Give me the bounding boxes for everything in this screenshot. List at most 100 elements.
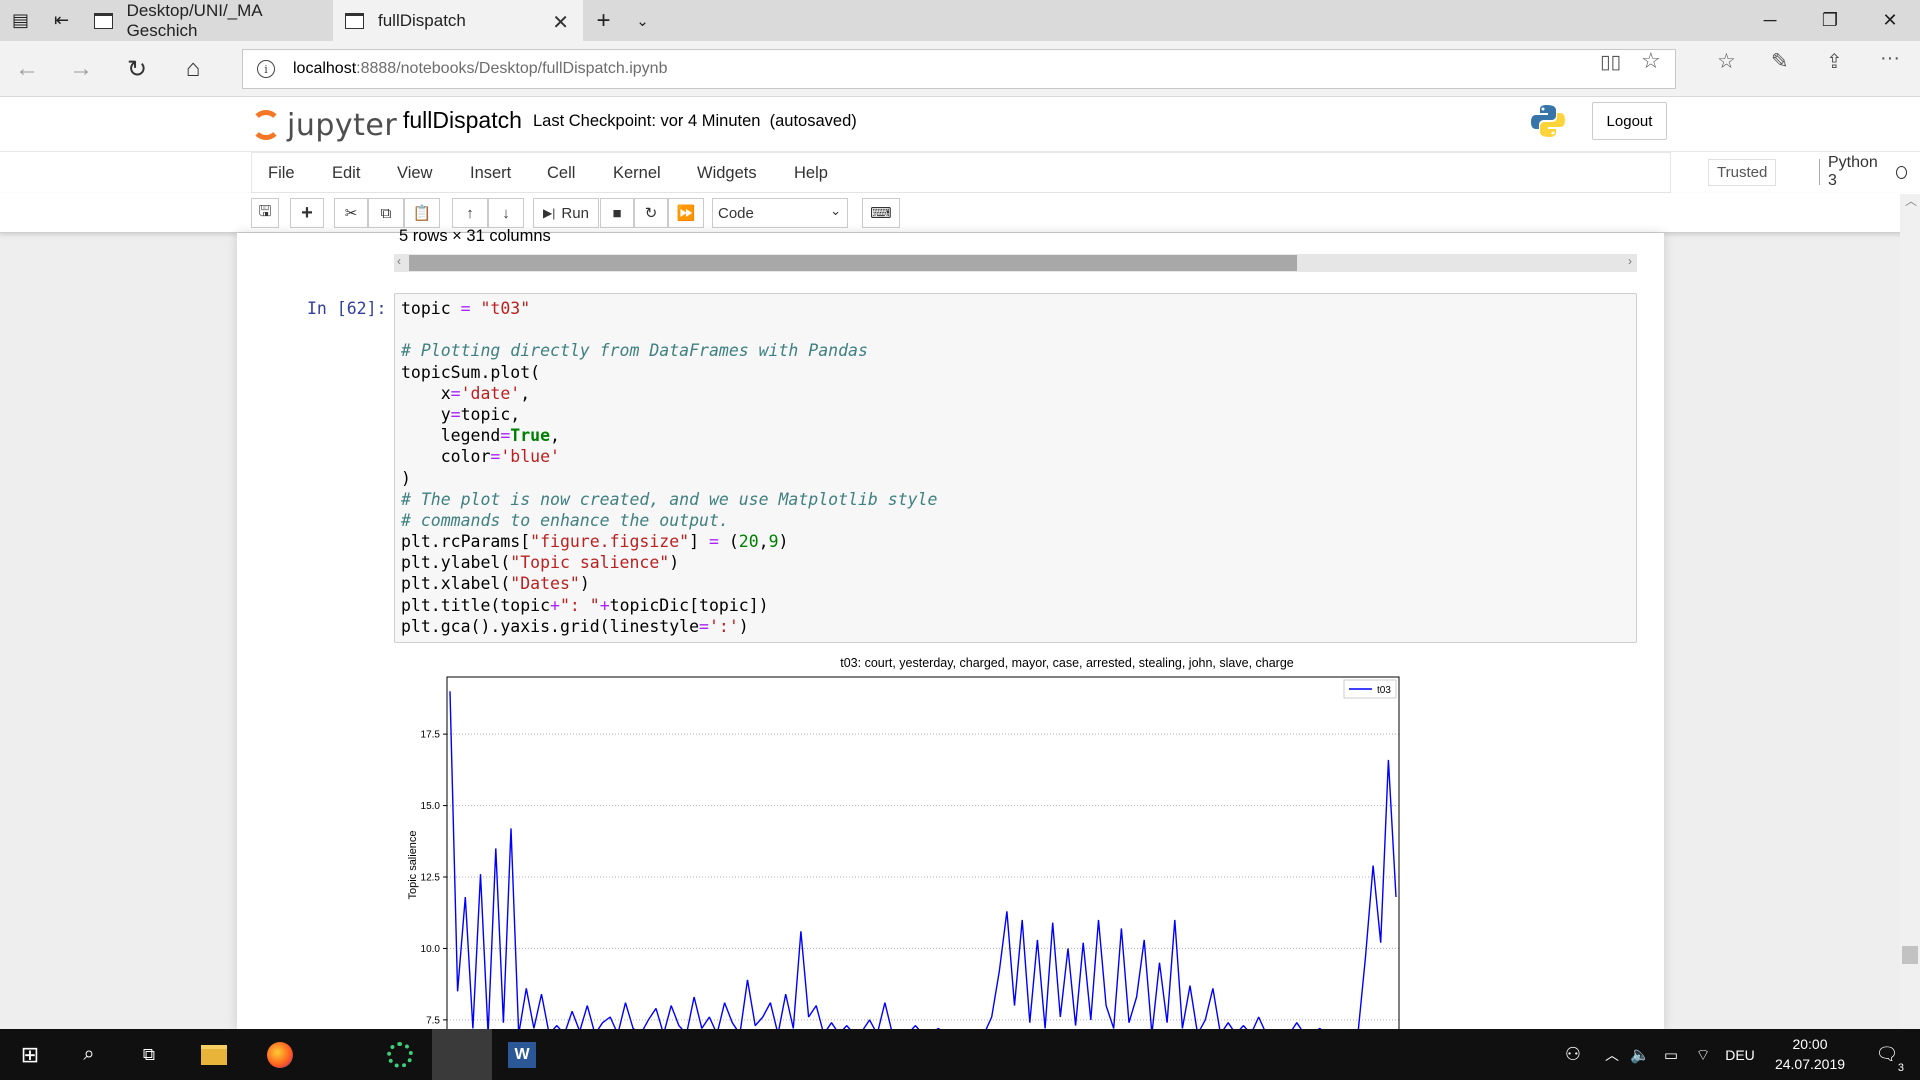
system-clock[interactable]: 20:00 24.07.2019	[1755, 1034, 1865, 1074]
set-aside-tabs-icon[interactable]: ⇤	[41, 0, 82, 41]
back-arrow-icon[interactable]: ←	[0, 41, 54, 97]
series-layer	[449, 691, 1397, 1029]
page-icon	[345, 12, 364, 29]
minimize-icon[interactable]: ─	[1740, 0, 1800, 41]
new-tab-icon[interactable]: +	[583, 0, 624, 41]
loading-app-icon[interactable]	[370, 1029, 430, 1080]
y-tick-label: 7.5	[426, 1015, 440, 1026]
web-note-pen-icon[interactable]: ✎	[1771, 49, 1789, 74]
run-label: Run	[561, 204, 589, 222]
code-line: plt.xlabel("Dates")	[401, 574, 590, 594]
close-tab-icon[interactable]: ✕	[552, 10, 569, 35]
tab-manager-icon[interactable]: ▤	[0, 0, 41, 41]
plot-frame	[446, 676, 1400, 1029]
menu-widgets[interactable]: Widgets	[697, 164, 757, 183]
scrollbar-thumb[interactable]	[409, 255, 1297, 271]
insert-cell-button[interactable]: +	[290, 198, 324, 228]
cut-icon[interactable]: ✂	[334, 198, 368, 228]
code-line: x='date',	[401, 383, 531, 403]
trusted-indicator[interactable]: Trusted	[1708, 159, 1777, 186]
code-line: )	[401, 468, 411, 488]
more-options-icon[interactable]: ···	[1880, 47, 1900, 70]
browser-tab-0[interactable]: Desktop/UNI/_MA Geschich	[82, 0, 332, 41]
dataframe-shape-info: 5 rows × 31 columns	[399, 227, 551, 245]
logout-button[interactable]: Logout	[1592, 102, 1667, 140]
scroll-left-arrow-icon[interactable]: ‹	[397, 254, 401, 268]
y-tick-label: 10.0	[421, 944, 441, 955]
clock-date: 24.07.2019	[1774, 1056, 1846, 1072]
restart-icon[interactable]: ↻	[634, 198, 668, 228]
code-line: y=topic,	[401, 404, 521, 424]
task-view-icon[interactable]: ⧉	[122, 1029, 176, 1080]
menu-cell[interactable]: Cell	[547, 164, 575, 183]
favorites-hub-icon[interactable]: ☆	[1717, 49, 1736, 74]
menu-view[interactable]: View	[397, 164, 432, 183]
clock-time: 20:00	[1792, 1036, 1828, 1052]
menu-help[interactable]: Help	[794, 164, 828, 183]
y-tick-label: 15.0	[421, 801, 441, 812]
menu-edit[interactable]: Edit	[332, 164, 360, 183]
browser-tab-1[interactable]: fullDispatch ✕	[333, 0, 583, 41]
move-down-arrow-icon[interactable]: ↓	[488, 198, 524, 228]
firefox-icon[interactable]	[250, 1029, 310, 1080]
kernel-indicator: Python 3	[1819, 154, 1907, 189]
search-icon[interactable]: ⌕	[62, 1029, 116, 1080]
notebook-title[interactable]: fullDispatch	[403, 107, 522, 134]
scroll-right-arrow-icon[interactable]: ›	[1628, 254, 1632, 268]
menu-file[interactable]: File	[268, 164, 295, 183]
file-explorer-icon[interactable]	[186, 1029, 242, 1080]
scroll-up-arrow-icon[interactable]: ︿	[1905, 192, 1917, 209]
output-horizontal-scrollbar[interactable]: ‹ ›	[394, 254, 1637, 272]
command-palette-keyboard-icon[interactable]: ⌨	[862, 198, 900, 228]
code-line: # The plot is now created, and we use Ma…	[401, 489, 938, 509]
action-center-icon[interactable]: 🗨 3	[1862, 1029, 1912, 1080]
notebook-container: 5 rows × 31 columns ‹ › In [62]: topic =…	[237, 227, 1664, 1029]
chart-title: t03: court, yesterday, charged, mayor, c…	[840, 656, 1294, 670]
move-up-arrow-icon[interactable]: ↑	[452, 198, 488, 228]
stop-icon[interactable]: ■	[600, 198, 634, 228]
reading-view-icon[interactable]: ▯▯	[1600, 51, 1621, 74]
code-cell-editor[interactable]: topic = "t03" # Plotting directly from D…	[394, 293, 1637, 643]
page-vertical-scrollbar[interactable]: ︿ ﹀	[1900, 194, 1920, 1029]
forward-arrow-icon[interactable]: →	[54, 41, 108, 97]
page-scrollbar-thumb[interactable]	[1902, 946, 1918, 964]
refresh-icon[interactable]: ↻	[110, 41, 164, 97]
menu-kernel[interactable]: Kernel	[613, 164, 661, 183]
code-line: legend=True,	[401, 426, 560, 446]
run-button[interactable]: ▶| Run	[533, 198, 599, 228]
code-line: topicSum.plot(	[401, 362, 541, 382]
share-icon[interactable]: ⇪	[1826, 49, 1843, 74]
url-host: localhost	[293, 60, 357, 77]
address-bar[interactable]: i localhost:8888/notebooks/Desktop/fullD…	[242, 49, 1676, 89]
wifi-icon[interactable]: ⌔	[1688, 1029, 1718, 1080]
notification-count: 3	[1897, 1062, 1904, 1074]
copy-icon[interactable]: ⧉	[368, 198, 404, 228]
volume-icon[interactable]: 🔈	[1625, 1029, 1655, 1080]
close-window-icon[interactable]: ✕	[1860, 0, 1920, 41]
browser-tab-strip: ▤ ⇤ Desktop/UNI/_MA Geschich fullDispatc…	[0, 0, 1920, 41]
page-icon	[94, 12, 113, 29]
fast-forward-icon[interactable]: ⏩	[668, 198, 704, 228]
tab-preview-chevron-icon[interactable]: ⌄	[622, 0, 663, 41]
people-icon[interactable]: ⚇	[1555, 1029, 1591, 1080]
restore-icon[interactable]: ❐	[1800, 0, 1860, 41]
show-hidden-icons-chevron-icon[interactable]: ︿	[1600, 1029, 1624, 1080]
cell-type-select[interactable]: Code ⌄	[712, 198, 848, 228]
word-icon[interactable]: W	[492, 1029, 552, 1080]
paste-icon[interactable]: 📋	[404, 198, 440, 228]
favorite-star-icon[interactable]: ☆	[1641, 48, 1661, 74]
battery-icon[interactable]: ▭	[1656, 1029, 1686, 1080]
save-button[interactable]: 🖫	[251, 198, 279, 228]
chart-legend: t03	[1343, 679, 1397, 699]
windows-start-icon[interactable]: ⊞	[4, 1029, 56, 1080]
taskbar-running-app[interactable]	[432, 1029, 492, 1080]
y-tick-label: 17.5	[421, 730, 441, 741]
y-tick-label: 12.5	[421, 873, 441, 884]
menu-insert[interactable]: Insert	[470, 164, 511, 183]
chevron-down-icon: ⌄	[830, 203, 841, 218]
home-icon[interactable]: ⌂	[166, 41, 220, 97]
jupyter-logo[interactable]: jupyter	[251, 103, 397, 147]
menu-bar: File Edit View Insert Cell Kernel Widget…	[0, 152, 1920, 193]
site-info-icon[interactable]: i	[257, 60, 275, 78]
